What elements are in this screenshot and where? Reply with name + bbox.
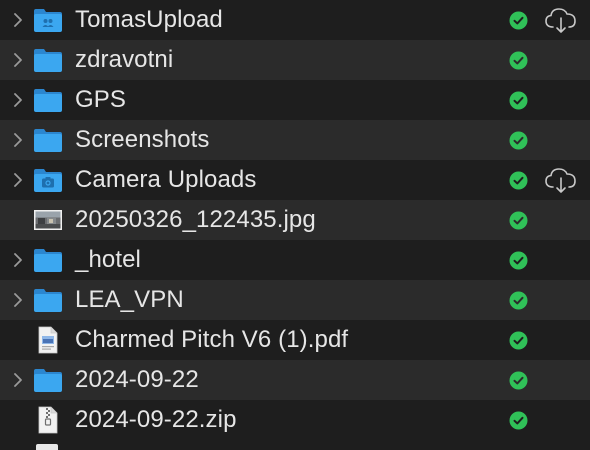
- folder-icon: [33, 126, 63, 154]
- folder-icon: [33, 286, 63, 314]
- file-name: Camera Uploads: [75, 166, 257, 193]
- synced-check-icon: [509, 251, 528, 270]
- file-name: Charmed Pitch V6 (1).pdf: [75, 326, 349, 353]
- file-row-2024-09-22[interactable]: 2024-09-22: [0, 360, 590, 400]
- synced-check-icon: [509, 91, 528, 110]
- folder-icon: [33, 246, 63, 274]
- chevron-right-icon[interactable]: [10, 52, 26, 68]
- synced-check-icon: [509, 331, 528, 350]
- folder-icon: [33, 366, 63, 394]
- cloud-download-icon[interactable]: [543, 165, 579, 195]
- file-row-lea-vpn[interactable]: LEA_VPN: [0, 280, 590, 320]
- chevron-right-icon[interactable]: [10, 12, 26, 28]
- document-icon: [36, 444, 58, 450]
- chevron-right-icon[interactable]: [10, 372, 26, 388]
- file-row-screenshots[interactable]: Screenshots: [0, 120, 590, 160]
- shared-folder-icon: [33, 6, 63, 34]
- file-name: _hotel: [75, 246, 141, 273]
- chevron-right-icon[interactable]: [10, 132, 26, 148]
- chevron-right-icon[interactable]: [10, 252, 26, 268]
- cloud-download-icon[interactable]: [543, 5, 579, 35]
- zip-archive-icon: [33, 406, 63, 434]
- file-name: 20250326_122435.jpg: [75, 206, 316, 233]
- chevron-right-icon[interactable]: [10, 292, 26, 308]
- synced-check-icon: [509, 51, 528, 70]
- file-row-zdravotni[interactable]: zdravotni: [0, 40, 590, 80]
- file-row-zip[interactable]: 2024-09-22.zip: [0, 400, 590, 440]
- synced-check-icon: [509, 11, 528, 30]
- file-row-jpg[interactable]: 20250326_122435.jpg: [0, 200, 590, 240]
- chevron-right-icon[interactable]: [10, 92, 26, 108]
- file-name: TomasUpload: [75, 6, 223, 33]
- file-row-pdf[interactable]: Charmed Pitch V6 (1).pdf: [0, 320, 590, 360]
- synced-check-icon: [509, 211, 528, 230]
- pdf-document-icon: [33, 326, 63, 354]
- chevron-right-icon[interactable]: [10, 172, 26, 188]
- file-row-camera-uploads[interactable]: Camera Uploads: [0, 160, 590, 200]
- file-name: GPS: [75, 86, 126, 113]
- folder-icon: [33, 46, 63, 74]
- file-row-gps[interactable]: GPS: [0, 80, 590, 120]
- file-row-partial[interactable]: [0, 440, 590, 450]
- file-name: 2024-09-22: [75, 366, 199, 393]
- synced-check-icon: [509, 411, 528, 430]
- synced-check-icon: [509, 291, 528, 310]
- file-row-tomasupload[interactable]: TomasUpload: [0, 0, 590, 40]
- synced-check-icon: [509, 371, 528, 390]
- file-name: LEA_VPN: [75, 286, 184, 313]
- synced-check-icon: [509, 171, 528, 190]
- file-name: 2024-09-22.zip: [75, 406, 237, 433]
- file-list: TomasUpload zdravotni GPS Screenshots Ca…: [0, 0, 590, 450]
- file-row-hotel[interactable]: _hotel: [0, 240, 590, 280]
- camera-folder-icon: [33, 166, 63, 194]
- image-thumbnail-icon: [33, 206, 63, 234]
- file-name: Screenshots: [75, 126, 210, 153]
- file-name: zdravotni: [75, 46, 174, 73]
- synced-check-icon: [509, 131, 528, 150]
- folder-icon: [33, 86, 63, 114]
